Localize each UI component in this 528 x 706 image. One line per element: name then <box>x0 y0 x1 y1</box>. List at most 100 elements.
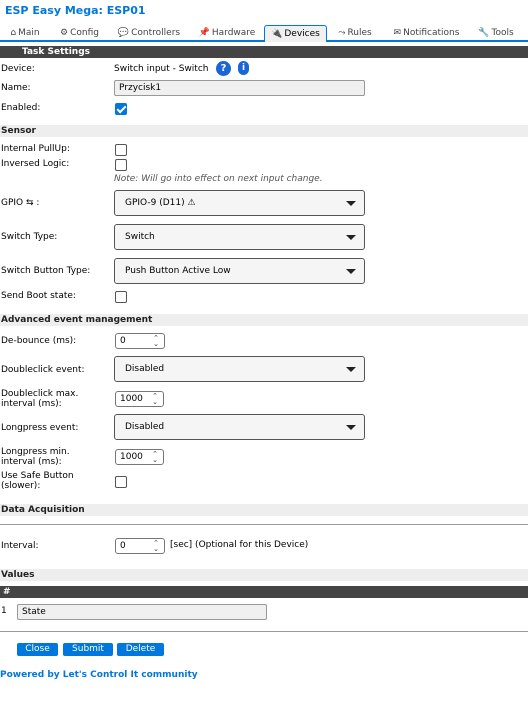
info-icon[interactable]: i <box>238 61 249 75</box>
doubleclick-event-select[interactable]: Disabled <box>114 356 365 382</box>
gpio-select-value: GPIO-9 (D11) ⚠ <box>125 198 196 208</box>
tab-main-label: Main <box>18 28 40 38</box>
longpress-event-select[interactable]: Disabled <box>114 414 365 440</box>
gear-icon: ⚙ <box>60 28 69 38</box>
doubleclick-event-label: Doubleclick event: <box>1 365 85 375</box>
submit-button[interactable]: Submit <box>63 643 113 656</box>
chevron-down-icon <box>346 367 356 372</box>
plug-icon: 🔌 <box>271 29 283 39</box>
interval-label: Interval: <box>1 541 39 551</box>
value-row-index: 1 <box>1 606 7 616</box>
longpress-event-label: Longpress event: <box>1 423 79 433</box>
safe-button-label-line1: Use Safe Button <box>1 471 74 481</box>
longpress-min-label-line2: interval (ms): <box>1 457 62 467</box>
inversed-logic-label: Inversed Logic: <box>1 159 70 169</box>
tab-main[interactable]: ⌂ Main <box>5 25 45 41</box>
stepper-arrows-icon[interactable]: ⌃ ⌄ <box>150 451 160 464</box>
values-header: Values <box>0 569 528 581</box>
tab-rules[interactable]: ⤳ Rules <box>334 25 376 41</box>
debounce-stepper[interactable]: 0 ⌃ ⌄ <box>115 333 165 349</box>
tab-notifications[interactable]: ✉ Notifications <box>389 25 464 41</box>
doubleclick-max-label-line2: interval (ms): <box>1 399 62 409</box>
tab-devices[interactable]: 🔌 Devices <box>264 25 327 42</box>
longpress-min-value: 1000 <box>120 452 143 462</box>
pin-icon: 📌 <box>198 28 210 38</box>
tab-tools[interactable]: 🔧 Tools <box>476 25 516 41</box>
internal-pullup-label: Internal PullUp: <box>1 144 70 154</box>
tab-config-label: Config <box>70 28 99 38</box>
footer-prefix: Powered by <box>0 670 63 680</box>
tab-notifications-label: Notifications <box>403 28 460 38</box>
longpress-min-stepper[interactable]: 1000 ⌃ ⌄ <box>115 449 164 465</box>
doubleclick-max-label: Doubleclick max. interval (ms): <box>1 389 78 409</box>
doubleclick-event-value: Disabled <box>125 364 165 374</box>
tab-tools-label: Tools <box>491 28 514 38</box>
divider <box>0 631 528 632</box>
switch-button-type-select[interactable]: Push Button Active Low <box>114 258 365 284</box>
stepper-arrows-icon[interactable]: ⌃ ⌄ <box>151 335 161 348</box>
tab-hardware-label: Hardware <box>211 28 256 38</box>
switch-type-select[interactable]: Switch <box>114 224 365 250</box>
switch-type-label: Switch Type: <box>1 232 58 242</box>
switch-type-value: Switch <box>125 232 155 242</box>
delete-button[interactable]: Delete <box>117 643 164 656</box>
interval-stepper[interactable]: 0 ⌃ ⌄ <box>115 538 165 554</box>
switch-button-type-label: Switch Button Type: <box>1 266 91 276</box>
longpress-event-value: Disabled <box>125 422 165 432</box>
tab-config[interactable]: ⚙ Config <box>58 25 101 41</box>
footer-link[interactable]: Let's Control It <box>63 670 138 680</box>
tab-rules-label: Rules <box>347 28 372 38</box>
switch-button-type-value: Push Button Active Low <box>125 266 231 276</box>
chat-icon: 💬 <box>117 28 130 38</box>
internal-pullup-checkbox[interactable] <box>115 144 127 156</box>
tab-devices-label: Devices <box>284 29 320 39</box>
doubleclick-max-stepper[interactable]: 1000 ⌃ ⌄ <box>115 391 164 407</box>
name-label: Name: <box>1 83 31 93</box>
device-label: Device: <box>1 64 35 74</box>
enabled-checkbox[interactable] <box>115 103 127 115</box>
send-boot-state-checkbox[interactable] <box>115 291 127 303</box>
debounce-label: De-bounce (ms): <box>1 336 77 346</box>
chevron-down-icon <box>346 201 356 206</box>
rules-icon: ⤳ <box>338 28 346 38</box>
stepper-arrows-icon[interactable]: ⌃ ⌄ <box>150 393 160 406</box>
enabled-label: Enabled: <box>1 103 41 113</box>
send-boot-state-label: Send Boot state: <box>1 291 76 301</box>
device-value: Switch input - Switch <box>114 64 209 74</box>
doubleclick-max-value: 1000 <box>120 394 143 404</box>
data-acquisition-header: Data Acquisition <box>0 504 528 516</box>
tab-bar: ⌂ Main ⚙ Config 💬 Controllers 📌 Hardware 🔌 De… <box>0 25 528 42</box>
chevron-down-icon <box>346 269 356 274</box>
sensor-header: Sensor <box>0 125 528 137</box>
chevron-down-icon <box>346 425 356 430</box>
debounce-value: 0 <box>120 336 126 346</box>
tab-hardware[interactable]: 📌 Hardware <box>196 25 258 41</box>
value-name-input[interactable]: State <box>17 604 267 620</box>
interval-value: 0 <box>120 541 126 551</box>
interval-note: [sec] (Optional for this Device) <box>170 540 309 550</box>
divider <box>0 524 528 525</box>
safe-button-label: Use Safe Button (slower): <box>1 471 74 491</box>
gpio-select[interactable]: GPIO-9 (D11) ⚠ <box>114 190 365 216</box>
app-title: ESP Easy Mega: ESP01 <box>5 4 146 17</box>
name-input[interactable]: Przycisk1 <box>114 80 365 96</box>
advanced-header: Advanced event management <box>0 314 528 326</box>
tab-controllers-label: Controllers <box>131 28 181 38</box>
close-button[interactable]: Close <box>17 643 58 656</box>
stepper-arrows-icon[interactable]: ⌃ ⌄ <box>151 540 161 553</box>
inversed-logic-note: Note: Will go into effect on next input … <box>114 174 323 184</box>
tab-controllers[interactable]: 💬 Controllers <box>114 25 184 41</box>
wrench-icon: 🔧 <box>478 28 490 38</box>
envelope-icon: ✉ <box>393 28 402 38</box>
longpress-min-label-line1: Longpress min. <box>1 447 70 457</box>
footer: Powered by Let's Control It community <box>0 670 198 680</box>
chevron-down-icon <box>346 235 356 240</box>
safe-button-checkbox[interactable] <box>115 476 127 488</box>
values-column-header: # <box>0 586 528 598</box>
footer-suffix: community <box>138 670 198 680</box>
help-icon[interactable]: ? <box>216 61 231 76</box>
task-settings-header: Task Settings <box>0 46 528 58</box>
home-icon: ⌂ <box>10 28 17 38</box>
inversed-logic-checkbox[interactable] <box>115 159 127 171</box>
doubleclick-max-label-line1: Doubleclick max. <box>1 389 79 399</box>
